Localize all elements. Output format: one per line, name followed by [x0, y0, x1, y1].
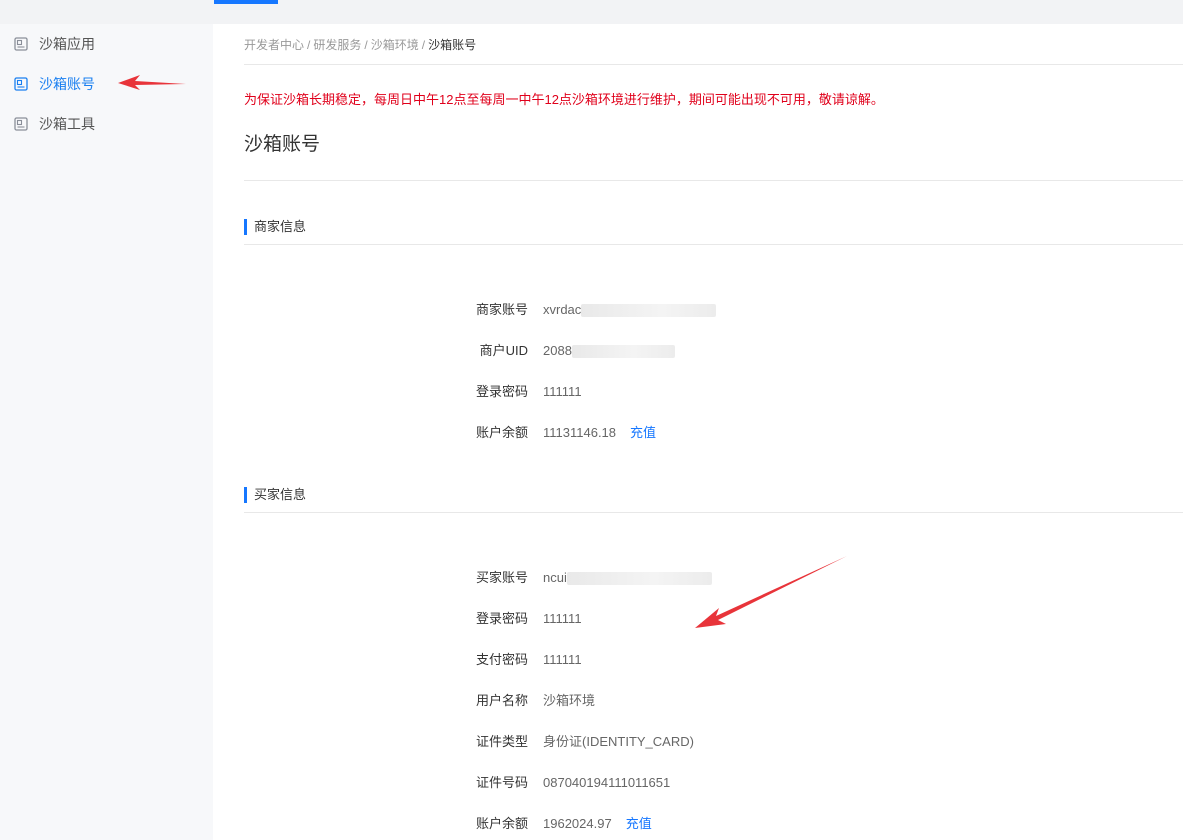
annotation-arrow-sidebar	[118, 75, 186, 90]
annotation-arrow-buyer	[695, 556, 847, 628]
annotation-arrows	[118, 75, 847, 628]
